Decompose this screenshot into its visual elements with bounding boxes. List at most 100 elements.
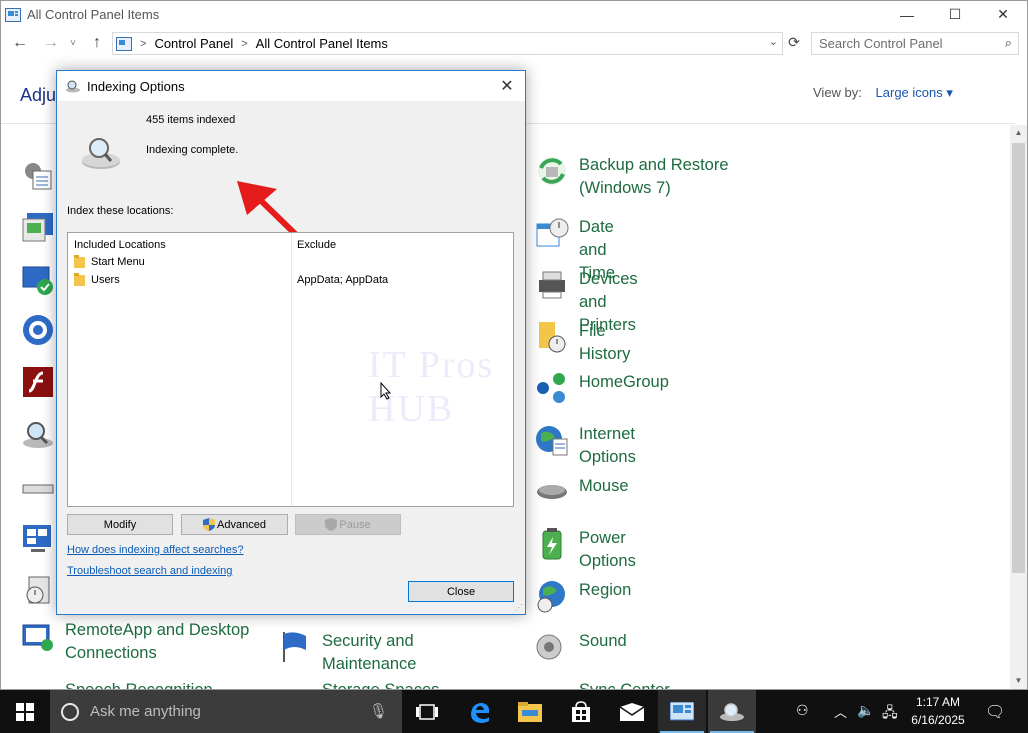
item-homegroup[interactable]: HomeGroup	[535, 371, 669, 405]
search-input[interactable]: Search Control Panel ⌕	[811, 32, 1019, 55]
item-internet-options[interactable]: Internet Options	[535, 423, 636, 469]
item-label: Region	[579, 581, 632, 599]
item-label: Internet Options	[579, 425, 636, 466]
items-indexed-count: 455 items indexed	[146, 114, 236, 126]
window-title: All Control Panel Items	[27, 7, 160, 22]
breadcrumb-control-panel[interactable]: Control Panel	[154, 36, 233, 51]
breadcrumb-chevron-icon[interactable]: >	[140, 38, 146, 50]
network-icon[interactable]: 🖧	[882, 702, 898, 726]
resize-grip-icon[interactable]: ⋰	[515, 603, 523, 612]
how-indexing-link[interactable]: How does indexing affect searches?	[67, 544, 244, 556]
control-panel-icon	[116, 36, 132, 51]
windows-logo-icon	[16, 702, 34, 721]
refresh-button[interactable]: ⟳	[785, 34, 803, 52]
pause-button[interactable]: Pause	[295, 514, 401, 535]
index-locations-label: Index these locations:	[67, 205, 174, 217]
chevron-down-icon[interactable]: ⌄	[769, 35, 778, 48]
control-panel-taskbar-icon[interactable]	[667, 697, 697, 727]
flash-player-icon[interactable]	[21, 365, 55, 399]
maximize-button[interactable]: ☐	[931, 1, 979, 28]
view-by: View by: Large icons ▾	[813, 85, 953, 101]
search-icon[interactable]: ⌕	[1005, 35, 1012, 51]
personalization-icon[interactable]	[21, 521, 55, 555]
indexing-options-icon	[66, 80, 80, 93]
breadcrumb-chevron-icon[interactable]: >	[241, 38, 247, 50]
view-by-dropdown[interactable]: Large icons ▾	[876, 85, 953, 100]
close-window-button[interactable]: ✕	[979, 1, 1027, 28]
close-button[interactable]: Close	[408, 581, 514, 602]
recent-locations-button[interactable]: ˅	[63, 38, 83, 49]
clock-date: 6/16/2025	[911, 713, 965, 727]
security-flag-icon	[283, 632, 306, 662]
system-clock[interactable]: 1:17 AM 6/16/2025	[900, 693, 976, 729]
window-controls: — ☐ ✕	[883, 1, 1027, 28]
taskbar: Ask me anything 🎙 ⚇ ︿ 🔈 🖧 1:17 AM 6/16/2…	[0, 690, 1028, 733]
uac-shield-icon	[325, 518, 338, 531]
homegroup-icon	[537, 373, 565, 403]
cutoff-row: Speech Recognition Storage Spaces Sync C…	[21, 679, 1021, 689]
people-icon[interactable]: ⚇	[796, 702, 809, 719]
address-bar[interactable]: > Control Panel > All Control Panel Item…	[112, 32, 783, 55]
indexing-taskbar-icon[interactable]	[717, 697, 747, 727]
power-options-icon	[542, 528, 562, 560]
column-exclude-header[interactable]: Exclude	[297, 239, 336, 251]
item-mouse[interactable]: Mouse	[535, 475, 629, 509]
item-power-options[interactable]: Power Options	[535, 527, 636, 573]
task-view-icon[interactable]	[412, 697, 442, 727]
item-label-speech[interactable]: Speech Recognition	[65, 679, 213, 689]
scroll-thumb[interactable]	[1012, 143, 1025, 573]
mail-icon[interactable]	[617, 697, 647, 727]
item-label: File History	[579, 322, 631, 363]
indexing-status: Indexing complete.	[146, 144, 239, 156]
cortana-search-box[interactable]: Ask me anything 🎙	[50, 690, 402, 733]
forward-button[interactable]: →	[41, 34, 61, 52]
item-label: Mouse	[579, 477, 629, 495]
edge-icon[interactable]	[465, 697, 495, 727]
breadcrumb-all-items[interactable]: All Control Panel Items	[256, 36, 388, 51]
show-hidden-icons-icon[interactable]: ︿	[834, 702, 847, 721]
ease-of-access-icon[interactable]	[21, 313, 55, 347]
title-bar: All Control Panel Items	[1, 1, 1027, 28]
volume-icon[interactable]: 🔈	[857, 702, 874, 719]
advanced-button[interactable]: Advanced	[181, 514, 288, 535]
mouse-cursor-icon	[380, 382, 392, 400]
item-sound[interactable]: Sound	[535, 630, 627, 664]
store-icon[interactable]	[566, 697, 596, 727]
table-row[interactable]: Users	[74, 272, 120, 286]
item-file-history[interactable]: File History	[535, 320, 630, 366]
item-label: Sound	[579, 632, 627, 650]
scroll-down-arrow-icon[interactable]: ▼	[1010, 673, 1027, 689]
navigation-bar: ← → ˅ ↑ > Control Panel > All Control Pa…	[1, 30, 1027, 58]
minimize-button[interactable]: —	[883, 1, 931, 28]
item-label-sync[interactable]: Sync Center	[579, 679, 670, 689]
windows-update-icon[interactable]	[21, 263, 55, 297]
up-button[interactable]: ↑	[87, 34, 107, 52]
scroll-up-arrow-icon[interactable]: ▲	[1010, 125, 1027, 141]
uac-shield-icon	[203, 518, 216, 531]
table-row[interactable]: Start Menu	[74, 254, 145, 268]
back-button[interactable]: ←	[10, 34, 30, 52]
recovery-icon[interactable]	[21, 573, 55, 607]
locations-table[interactable]: Included Locations Exclude Start Menu Us…	[67, 232, 514, 507]
item-label: RemoteApp and Desktop Connections	[65, 621, 250, 662]
vertical-scrollbar[interactable]: ▲ ▼	[1010, 125, 1027, 689]
keyboard-icon[interactable]	[21, 471, 55, 505]
admin-tools-icon[interactable]	[21, 159, 55, 193]
troubleshoot-link[interactable]: Troubleshoot search and indexing	[67, 565, 232, 577]
sound-icon	[536, 634, 562, 660]
item-backup-restore[interactable]: Backup and Restore (Windows 7)	[535, 154, 739, 200]
action-center-icon[interactable]: 🗨	[985, 702, 1005, 722]
item-security-maintenance[interactable]: Security and Maintenance	[278, 630, 416, 676]
location-exclude: AppData; AppData	[297, 274, 389, 286]
modify-button[interactable]: Modify	[67, 514, 173, 535]
indexing-options-icon[interactable]	[21, 417, 55, 451]
column-included-header[interactable]: Included Locations	[74, 239, 166, 251]
item-label-storage[interactable]: Storage Spaces	[322, 679, 439, 689]
start-button[interactable]	[0, 690, 50, 733]
item-region[interactable]: Region	[535, 579, 631, 613]
dialog-close-icon[interactable]: ✕	[497, 76, 517, 96]
default-programs-icon[interactable]	[21, 211, 55, 245]
file-explorer-icon[interactable]	[515, 697, 545, 727]
microphone-icon[interactable]: 🎙	[369, 702, 388, 720]
item-remoteapp[interactable]: RemoteApp and Desktop Connections	[21, 619, 255, 665]
